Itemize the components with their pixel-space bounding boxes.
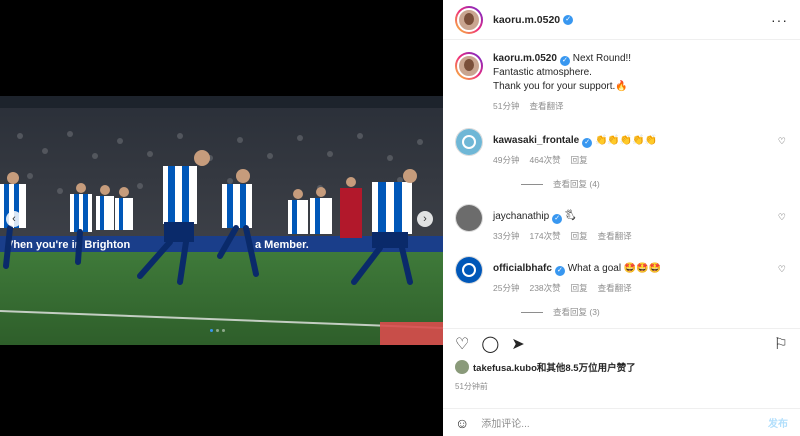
author-avatar[interactable] (455, 5, 483, 34)
comment-time: 49分钟 (493, 155, 520, 165)
chevron-right-icon: › (423, 212, 427, 225)
post-photo[interactable]: Vhen you're in Brighton a Member. (0, 96, 443, 345)
comment-likes[interactable]: 464次赞 (529, 154, 560, 166)
previous-photo-button[interactable]: ‹ (6, 211, 22, 227)
likes-summary[interactable]: takefusa.kubo和其他8.5万位用户赞了 (455, 360, 636, 374)
likes-text[interactable]: takefusa.kubo和其他8.5万位用户赞了 (473, 360, 636, 374)
like-comment-heart-icon[interactable]: ♡ (778, 212, 786, 223)
caption: kaoru.m.0520 ✓ Next Round!! Fantastic atm… (455, 52, 788, 112)
verified-badge-icon: ✓ (563, 14, 574, 25)
commenter-username[interactable]: kawasaki_frontale (493, 135, 579, 146)
caption-line-3: Thank you for your support. (493, 81, 616, 92)
see-translation-link[interactable]: 查看翻译 (598, 230, 632, 242)
view-replies-label[interactable]: 查看回复 (4) (553, 178, 600, 190)
like-heart-icon[interactable]: ♡ (455, 336, 469, 353)
comment-item: officialbhafc ✓ What a goal 🤩🤩🤩 25分钟 238次… (455, 256, 788, 294)
reply-button[interactable]: 回复 (571, 154, 588, 166)
caption-line-2: Fantastic atmosphere. (493, 67, 592, 78)
chevron-left-icon: ‹ (12, 212, 16, 225)
divider (521, 311, 543, 313)
divider (521, 183, 543, 185)
commenter-avatar[interactable] (455, 256, 483, 284)
comment-input[interactable]: 添加评论... (481, 415, 529, 430)
post-modal: Vhen you're in Brighton a Member. ‹ › ka… (0, 0, 800, 436)
comment-time: 33分钟 (493, 231, 520, 241)
post-header: kaoru.m.0520 ✓ ··· (443, 0, 800, 40)
comments-list: kaoru.m.0520 ✓ Next Round!! Fantastic atm… (443, 40, 800, 318)
post-media: Vhen you're in Brighton a Member. ‹ › (0, 0, 443, 436)
view-replies-label[interactable]: 查看回复 (3) (553, 306, 600, 318)
comment-time: 25分钟 (493, 283, 520, 293)
author-avatar[interactable] (455, 52, 483, 80)
caption-username[interactable]: kaoru.m.0520 (493, 53, 557, 64)
ad-board-text-2: a Member. (255, 239, 309, 251)
comment-text: 👏👏👏👏👏 (594, 135, 658, 146)
next-photo-button[interactable]: › (417, 211, 433, 227)
comment-text: What a goal 🤩🤩🤩 (567, 263, 662, 274)
comment-likes[interactable]: 174次赞 (529, 230, 560, 242)
fire-emoji: 🔥 (615, 81, 628, 92)
see-translation-link[interactable]: 查看翻译 (529, 100, 563, 112)
carousel-indicator (210, 329, 225, 332)
commenter-avatar[interactable] (455, 204, 483, 232)
view-replies[interactable]: 查看回复 (3) (521, 306, 788, 318)
verified-badge-icon: ✓ (582, 138, 593, 148)
verified-badge-icon: ✓ (552, 214, 563, 224)
verified-badge-icon: ✓ (559, 56, 570, 66)
save-bookmark-icon[interactable]: ⚐ (774, 336, 788, 353)
post-actions: ♡ ◯ ➤ ⚐ (443, 328, 800, 354)
carousel-dot (210, 329, 213, 332)
share-send-icon[interactable]: ➤ (511, 336, 524, 353)
post-sidebar: kaoru.m.0520 ✓ ··· kaoru.m.0520 ✓ Next Ro… (443, 0, 800, 436)
comment-item: jaychanathip ✓ 🖏 33分钟 174次赞 回复 查看翻译 ♡ (455, 204, 788, 242)
reply-button[interactable]: 回复 (571, 282, 588, 294)
ad-board-text: Vhen you're in Brighton (6, 239, 131, 251)
carousel-dot (216, 329, 219, 332)
author-username[interactable]: kaoru.m.0520 (493, 14, 560, 26)
like-comment-heart-icon[interactable]: ♡ (778, 136, 786, 147)
comment-likes[interactable]: 238次赞 (529, 282, 560, 294)
commenter-avatar[interactable] (455, 128, 483, 156)
view-replies[interactable]: 查看回复 (4) (521, 178, 788, 190)
post-comment-button[interactable]: 发布 (768, 415, 788, 430)
more-options-icon[interactable]: ··· (771, 12, 788, 28)
verified-badge-icon: ✓ (554, 266, 565, 276)
add-comment-bar: ☺ 添加评论... 发布 (443, 408, 800, 436)
emoji-smiley-icon[interactable]: ☺ (455, 415, 469, 431)
liker-avatar (455, 360, 469, 374)
like-comment-heart-icon[interactable]: ♡ (778, 264, 786, 275)
comment-bubble-icon[interactable]: ◯ (481, 336, 499, 353)
carousel-dot (222, 329, 225, 332)
commenter-username[interactable]: officialbhafc (493, 263, 552, 274)
comment-item: kawasaki_frontale ✓ 👏👏👏👏👏 49分钟 464次赞 回复 ♡ (455, 128, 788, 166)
reply-button[interactable]: 回复 (571, 230, 588, 242)
see-translation-link[interactable]: 查看翻译 (598, 282, 632, 294)
caption-time: 51分钟 (493, 101, 520, 111)
caption-line-1: Next Round!! (572, 53, 632, 64)
commenter-username[interactable]: jaychanathip (493, 211, 549, 222)
post-timestamp: 51分钟前 (455, 382, 488, 391)
comment-text: 🖏 (564, 211, 576, 222)
